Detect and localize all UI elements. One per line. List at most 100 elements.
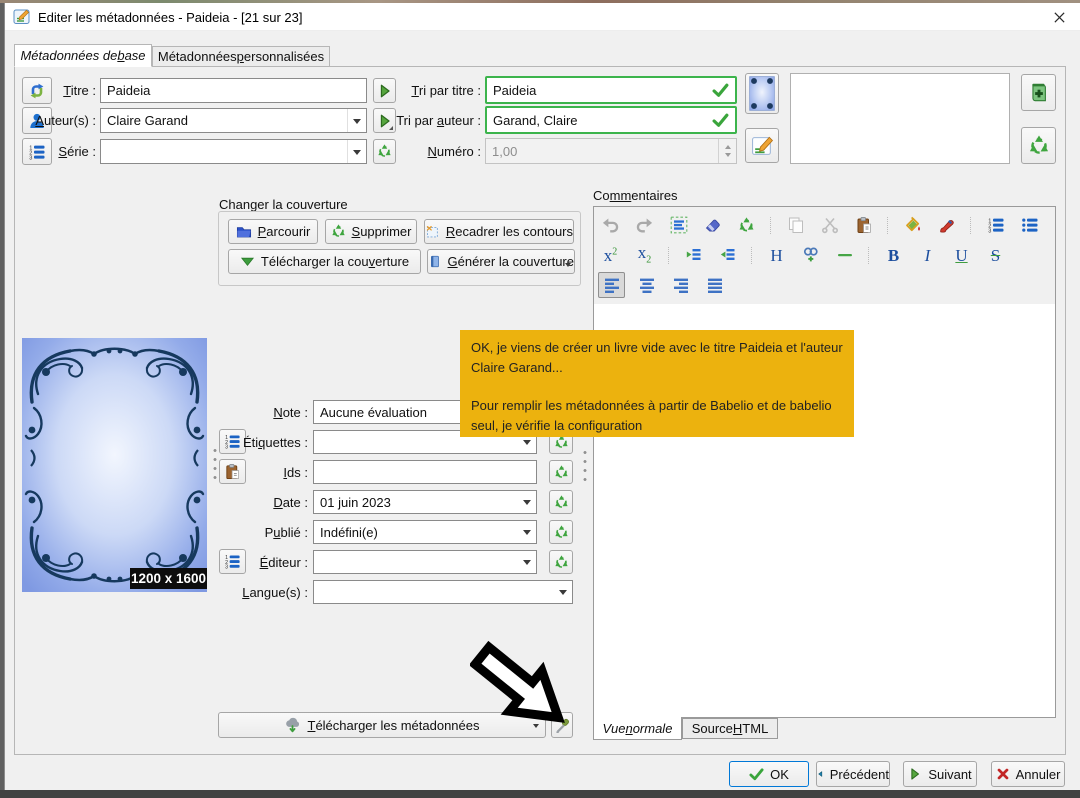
date-combo[interactable]: 01 juin 2023 <box>313 490 537 514</box>
copy-button[interactable] <box>783 213 808 237</box>
recycle-icon <box>554 465 569 480</box>
bullet-list-button[interactable] <box>1017 213 1042 237</box>
title-input[interactable]: Paideia <box>100 78 367 103</box>
align-left-icon <box>603 276 621 294</box>
strikethrough-button[interactable]: S <box>983 243 1008 267</box>
cover-thumbnail-button[interactable] <box>745 73 779 114</box>
published-combo[interactable]: Indéfini(e) <box>313 520 537 544</box>
heading-button[interactable]: H <box>764 243 789 267</box>
x-icon <box>996 767 1010 781</box>
publisher-dropdown[interactable] <box>518 551 536 573</box>
clear-publisher-button[interactable] <box>549 550 573 574</box>
foreground-color-button[interactable] <box>934 213 959 237</box>
series-number-spinner[interactable]: 1,00 <box>485 138 737 164</box>
authors-dropdown[interactable] <box>347 109 366 132</box>
outdent-button[interactable] <box>715 243 740 267</box>
select-all-button[interactable] <box>666 213 691 237</box>
comments-toolbar-row2: x2 x2 H B I U S <box>598 242 1050 268</box>
ids-label: Ids : <box>283 465 308 480</box>
indent-button[interactable] <box>681 243 706 267</box>
author-sort-input[interactable]: Garand, Claire <box>485 106 737 134</box>
spinner-arrows[interactable] <box>718 139 736 163</box>
published-value: Indéfini(e) <box>320 524 378 540</box>
undo-button[interactable] <box>598 213 623 237</box>
toolbar-separator <box>668 246 670 264</box>
tags-label: Étiquettes : <box>242 435 308 450</box>
cut-button[interactable] <box>817 213 842 237</box>
generate-cover-button[interactable]: Générer la couverture <box>427 249 575 274</box>
redo-button[interactable] <box>632 213 657 237</box>
tab-custom-metadata[interactable]: Métadonnées p ersonnalisées <box>152 46 330 67</box>
edit-cover-button[interactable] <box>745 128 779 163</box>
series-number-label: Numéro : <box>427 144 481 159</box>
clear-date-button[interactable] <box>549 490 573 514</box>
published-dropdown[interactable] <box>518 521 536 543</box>
cancel-button[interactable]: Annuler <box>991 761 1065 787</box>
clear-published-button[interactable] <box>549 520 573 544</box>
link-icon <box>802 246 820 264</box>
date-dropdown[interactable] <box>518 491 536 513</box>
remove-cover-button[interactable]: Supprimer <box>325 219 417 244</box>
languages-combo[interactable] <box>313 580 573 604</box>
align-left-button[interactable] <box>598 272 625 298</box>
title-sort-input[interactable]: Paideia <box>485 76 737 104</box>
cancel-label: Annuler <box>1015 766 1061 782</box>
bullet-list-icon <box>1021 216 1039 234</box>
recycle-icon <box>554 495 569 510</box>
subscript-button[interactable]: x2 <box>632 243 657 267</box>
paint-bucket-icon <box>904 216 922 234</box>
book-icon <box>428 254 442 269</box>
tab-html-source[interactable]: Source H TML <box>682 718 778 739</box>
background-color-button[interactable] <box>900 213 925 237</box>
comments-toolbar-row1 <box>598 212 1050 238</box>
close-button[interactable] <box>1042 3 1076 31</box>
authors-combo[interactable]: Claire Garand <box>100 108 367 133</box>
ok-button[interactable]: OK <box>729 761 809 787</box>
window-title: Editer les métadonnées - Paideia - [21 s… <box>38 10 303 25</box>
formats-list[interactable] <box>790 73 1010 164</box>
paste-button[interactable] <box>851 213 876 237</box>
next-button[interactable]: Suivant <box>903 761 977 787</box>
ordered-list-button[interactable] <box>983 213 1008 237</box>
underline-button[interactable]: U <box>949 243 974 267</box>
clear-text-button[interactable] <box>734 213 759 237</box>
languages-label: Langue(s) : <box>242 585 308 600</box>
trim-cover-button[interactable]: Recadrer les contours <box>424 219 574 244</box>
add-format-button[interactable] <box>1021 74 1056 111</box>
download-cover-button[interactable]: Télécharger la couverture <box>228 249 421 274</box>
remove-cover-label: Supprimer <box>351 224 412 239</box>
languages-dropdown[interactable] <box>554 581 572 603</box>
clear-formatting-button[interactable] <box>700 213 725 237</box>
series-dropdown[interactable] <box>347 140 366 163</box>
italic-button[interactable]: I <box>915 243 940 267</box>
ids-input[interactable] <box>313 460 537 484</box>
valid-check-icon <box>712 82 729 99</box>
annotation-arrow <box>470 640 565 723</box>
clear-ids-button[interactable] <box>549 460 573 484</box>
align-right-button[interactable] <box>668 273 693 297</box>
authors-value: Claire Garand <box>107 113 188 128</box>
splitter-handle-right[interactable] <box>583 448 587 486</box>
tab-normal-view[interactable]: Vue n ormale <box>593 717 682 740</box>
previous-label: Précédent <box>829 766 889 782</box>
toolbar-separator <box>751 246 753 264</box>
align-justify-button[interactable] <box>702 273 727 297</box>
recycle-icon <box>554 525 569 540</box>
app-icon <box>13 8 31 26</box>
tab-basic-metadata[interactable]: Métadonnées de b ase <box>14 44 152 67</box>
remove-format-button[interactable] <box>1021 127 1056 164</box>
series-combo[interactable] <box>100 139 367 164</box>
superscript-button[interactable]: x2 <box>598 243 623 267</box>
bold-button[interactable]: B <box>881 243 906 267</box>
browse-cover-button[interactable]: Parcourir <box>228 219 318 244</box>
publisher-combo[interactable] <box>313 550 537 574</box>
align-justify-icon <box>706 276 724 294</box>
recycle-icon <box>331 224 346 239</box>
insert-link-button[interactable] <box>798 243 823 267</box>
title-sort-value: Paideia <box>493 82 537 98</box>
previous-button[interactable]: Précédent <box>816 761 890 787</box>
tooltip-line1: OK, je viens de créer un livre vide avec… <box>471 340 843 375</box>
horizontal-rule-button[interactable] <box>832 243 857 267</box>
align-right-icon <box>672 276 690 294</box>
align-center-button[interactable] <box>634 273 659 297</box>
